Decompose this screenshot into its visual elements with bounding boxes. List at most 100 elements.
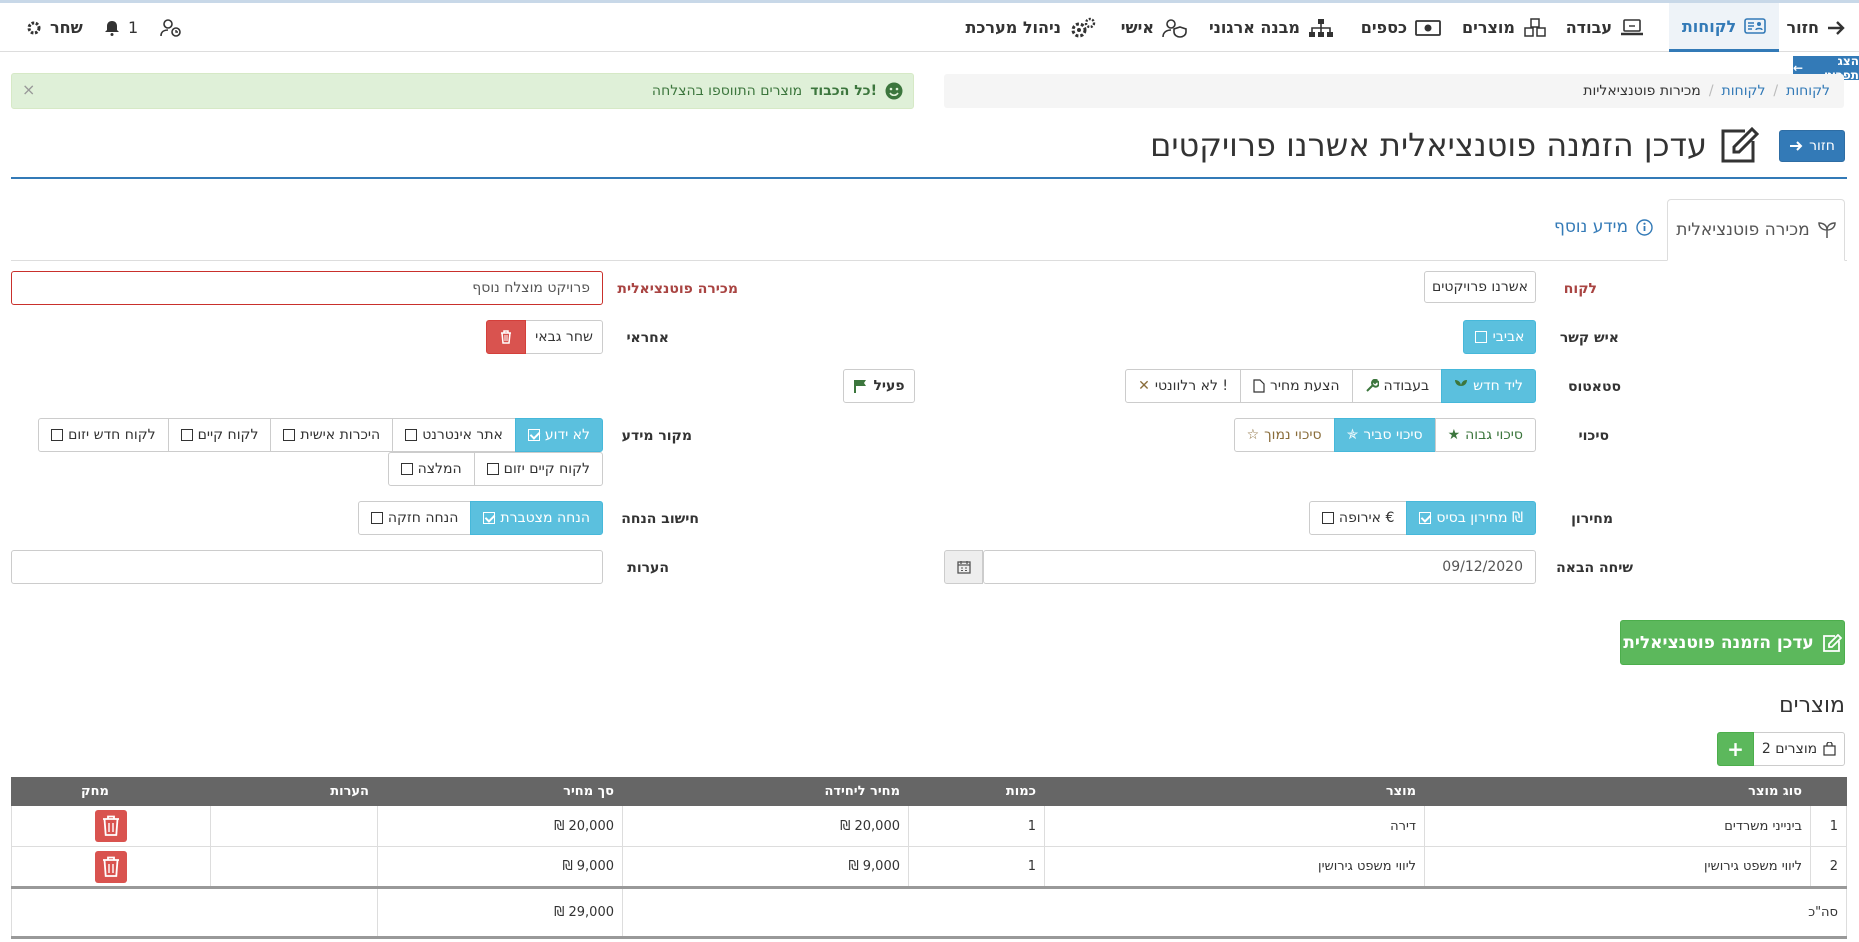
products-count-label: מוצרים 2 xyxy=(1761,741,1818,757)
info-circle-icon xyxy=(1636,218,1653,236)
status-option-in-progress[interactable]: בעבודה xyxy=(1351,369,1443,403)
delete-row-button[interactable] xyxy=(95,810,127,842)
checkbox-icon xyxy=(370,512,383,524)
notifications-button[interactable]: 1 xyxy=(104,3,138,52)
contact-button[interactable]: אביבי xyxy=(1463,320,1536,354)
source-option-new-initiated[interactable]: לקוח חדש יזום xyxy=(38,418,169,452)
products-count-button[interactable]: מוצרים 2 xyxy=(1753,732,1845,766)
page-title: עדכן הזמנה פוטנציאלית אשרנו פרויקטים xyxy=(1150,126,1759,164)
tab-additional-info[interactable]: מידע נוסף xyxy=(1554,217,1653,237)
source-option-label: היכרות אישית xyxy=(300,427,381,443)
col-product: מוצר xyxy=(1044,777,1425,806)
pricelist-option-label: אירופה € xyxy=(1338,510,1395,526)
row-total-price: 9,000 ₪ xyxy=(377,846,623,888)
nav-products[interactable]: מוצרים xyxy=(1462,3,1547,52)
chance-option-high[interactable]: ★ סיכוי גבוה xyxy=(1434,418,1536,452)
trash-icon xyxy=(103,815,119,836)
user-clock-button[interactable] xyxy=(160,3,182,52)
chance-option-reasonable[interactable]: ✯ סיכוי סביר xyxy=(1333,418,1436,452)
source-option-website[interactable]: אתר אינטרנט xyxy=(392,418,516,452)
user-menu[interactable]: שחר xyxy=(26,3,83,52)
alert-close-button[interactable]: × xyxy=(22,80,35,99)
status-option-label: בעבודה xyxy=(1383,378,1430,394)
checkbox-checked-icon xyxy=(1474,331,1487,343)
total-value: 29,000 ₪ xyxy=(377,886,623,939)
chance-option-label: סיכוי סביר xyxy=(1363,427,1423,443)
alert-text: מוצרים התווספו בהצלחה xyxy=(651,83,803,99)
pricelist-option-base[interactable]: מחירון בסיס ₪ xyxy=(1406,501,1536,535)
nav-work[interactable]: עבודה xyxy=(1566,3,1644,52)
pricelist-group: מחירון בסיס ₪ אירופה € xyxy=(1308,501,1536,535)
nav-finance[interactable]: כספים xyxy=(1361,3,1441,52)
source-option-label: המלצה xyxy=(417,461,462,477)
tab-potential-sale[interactable]: מכירה פוטנציאלית xyxy=(1667,199,1845,261)
responsible-button[interactable]: שחר גבאי xyxy=(525,320,603,354)
customer-button[interactable]: אשרנו פרויקטים xyxy=(1424,271,1536,303)
checkbox-checked-icon xyxy=(527,429,540,441)
notes-input[interactable] xyxy=(11,550,603,584)
next-call-label: שיחה הבאה xyxy=(1556,560,1633,576)
status-option-not-relevant[interactable]: ✕ לא רלוונטי ! xyxy=(1125,369,1241,403)
row-notes[interactable] xyxy=(210,805,378,847)
user-shield-icon xyxy=(1162,18,1187,38)
nav-system-admin[interactable]: ניהול מערכת xyxy=(965,3,1097,52)
source-option-personal[interactable]: היכרות אישית xyxy=(270,418,394,452)
nav-org-structure[interactable]: מבנה ארגוני xyxy=(1209,3,1334,52)
discount-option-cumulative[interactable]: הנחה מצטברת xyxy=(470,501,603,535)
source-option-label: לקוח קיים xyxy=(197,427,259,443)
potential-sale-input[interactable]: פרויקט מוצלח נוסף xyxy=(11,271,603,305)
calendar-button[interactable] xyxy=(944,550,983,584)
nav-back[interactable]: חזור xyxy=(1786,3,1845,52)
potential-sale-label: מכירה פוטנציאלית xyxy=(617,281,738,297)
source-option-existing-initiated[interactable]: לקוח קיים יזום xyxy=(473,452,603,486)
shopping-bag-icon xyxy=(1823,742,1836,756)
update-button-label: עדכן הזמנה פוטנציאלית xyxy=(1623,632,1814,653)
source-option-unknown[interactable]: לא ידוע xyxy=(514,418,603,452)
source-option-recommendation[interactable]: המלצה xyxy=(387,452,475,486)
remove-responsible-button[interactable] xyxy=(486,320,526,354)
source-option-existing-customer[interactable]: לקוח קיים xyxy=(167,418,272,452)
breadcrumb-item-customers[interactable]: לקוחות xyxy=(1786,83,1830,99)
arrow-right-icon xyxy=(1828,20,1845,35)
row-notes[interactable] xyxy=(210,846,378,888)
back-button-label: חזור xyxy=(1809,138,1835,154)
bell-icon xyxy=(105,20,119,36)
laptop-icon xyxy=(1621,18,1643,35)
contact-label: איש קשר xyxy=(1559,330,1619,346)
contact-value: אביבי xyxy=(1492,329,1525,345)
nav-personal[interactable]: אישי xyxy=(1121,3,1188,52)
row-product-type: ליווי משפט גירושין xyxy=(1424,846,1811,888)
row-product-type: בינייני משרדים xyxy=(1424,805,1811,847)
delete-row-button[interactable] xyxy=(95,850,127,883)
checkbox-checked-icon xyxy=(483,512,496,524)
nav-customers[interactable]: לקוחות xyxy=(1669,3,1779,52)
pricelist-option-europe[interactable]: אירופה € xyxy=(1308,501,1408,535)
add-product-button[interactable]: + xyxy=(1717,732,1754,766)
col-delete: מחק xyxy=(11,777,211,806)
checkbox-checked-icon xyxy=(1419,512,1432,524)
status-option-price-quote[interactable]: הצעת מחיר xyxy=(1239,369,1353,403)
source-option-label: לקוח קיים יזום xyxy=(503,461,590,477)
user-name: שחר xyxy=(50,18,83,37)
nav-back-label: חזור xyxy=(1786,18,1819,37)
chance-option-low[interactable]: ☆ סיכוי נמוך xyxy=(1233,418,1335,452)
checkbox-icon xyxy=(486,463,499,475)
status-option-new-lead[interactable]: ליד חדש xyxy=(1441,369,1536,403)
update-potential-order-button[interactable]: עדכן הזמנה פוטנציאלית xyxy=(1620,620,1845,665)
col-unit-price: מחיר ליחידה xyxy=(622,777,909,806)
col-notes: הערות xyxy=(210,777,378,806)
add-product-label: + xyxy=(1727,737,1744,761)
breadcrumb-item-customers-2[interactable]: לקוחות xyxy=(1722,83,1766,99)
active-button[interactable]: פעיל xyxy=(843,369,915,403)
next-call-input[interactable]: 09/12/2020 xyxy=(983,550,1536,584)
breadcrumb-item-current: מכירות פוטנציאליות xyxy=(1583,83,1701,99)
back-button[interactable]: חזור xyxy=(1779,130,1845,162)
status-option-label: הצעת מחיר xyxy=(1269,378,1340,394)
next-call-value: 09/12/2020 xyxy=(1442,559,1523,575)
products-title: מוצרים xyxy=(1779,693,1845,718)
discount-option-strong[interactable]: הנחה חזקה xyxy=(357,501,472,535)
customer-label: לקוח xyxy=(1563,281,1597,297)
arrow-right-icon xyxy=(1790,141,1803,151)
checkbox-icon xyxy=(400,463,413,475)
col-quantity: כמות xyxy=(908,777,1045,806)
